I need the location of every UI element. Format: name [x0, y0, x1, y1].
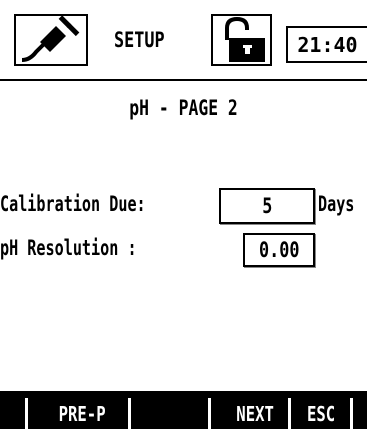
pre-p-label: PRE-P [58, 401, 106, 426]
clock-display: 21:40 [286, 26, 367, 63]
page-heading-text: pH - PAGE 2 [129, 96, 238, 120]
clock-time: 21:40 [297, 32, 358, 57]
header-divider [0, 79, 367, 81]
calibration-due-label: Calibration Due: [0, 192, 146, 216]
power-status-box [14, 14, 88, 66]
calibration-due-unit: Days [318, 192, 355, 216]
unlocked-padlock-icon [225, 16, 265, 62]
lock-status-box [211, 14, 272, 66]
ph-resolution-field[interactable]: 0.00 [243, 233, 315, 267]
next-softkey[interactable]: NEXT [222, 398, 288, 429]
power-plug-icon [21, 15, 80, 62]
esc-softkey[interactable]: ESC [292, 398, 350, 429]
screen-title: SETUP [114, 28, 165, 52]
setup-screen: SETUP 21:40 pH - PAGE 2 Calibration Due:… [0, 0, 367, 429]
softkey-divider [350, 398, 353, 429]
calibration-due-value: 5 [261, 194, 273, 218]
next-label: NEXT [236, 401, 274, 426]
softkey-3[interactable] [133, 398, 208, 429]
page-heading: pH - PAGE 2 [0, 96, 367, 120]
softkey-divider [208, 398, 211, 429]
calibration-due-field[interactable]: 5 [219, 188, 315, 224]
esc-label: ESC [306, 401, 336, 426]
softkey-1[interactable] [0, 398, 25, 429]
softkey-divider [288, 398, 291, 429]
status-header: SETUP 21:40 [0, 0, 367, 79]
ph-resolution-label: pH Resolution : [0, 236, 137, 260]
softkey-divider [128, 398, 131, 429]
pre-p-softkey[interactable]: PRE-P [36, 398, 128, 429]
ph-resolution-value: 0.00 [258, 238, 300, 262]
softkey-divider [25, 398, 28, 429]
